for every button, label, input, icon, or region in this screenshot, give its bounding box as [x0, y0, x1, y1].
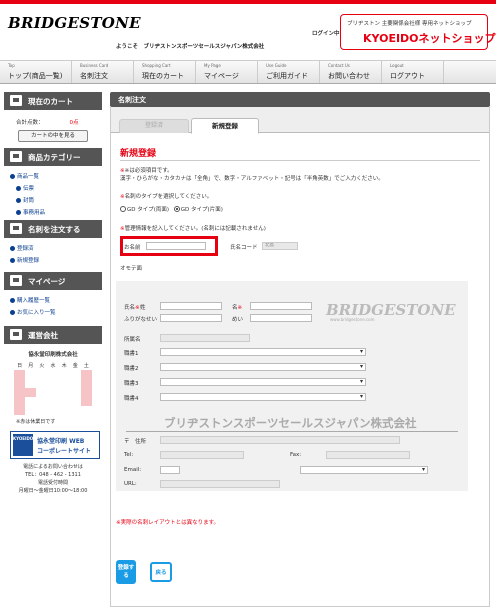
bullet-icon [10, 258, 15, 263]
title-select-4[interactable] [160, 393, 366, 401]
email-domain-select[interactable] [300, 466, 428, 474]
login-status: ログイン中 [312, 31, 340, 37]
watermark-url: www.bridgestone.com [330, 317, 375, 322]
nav-logout[interactable]: Logout ログアウト [382, 61, 444, 83]
mei-input[interactable] [250, 302, 312, 310]
form-title: 新規登録 [120, 149, 157, 159]
shop-subtitle: ブリヂストン 主要関係会社様 専用ネットショップ [347, 21, 472, 27]
name-input[interactable] [146, 242, 206, 250]
tel-field [160, 451, 244, 459]
nav-guide[interactable]: Use Guide ご利用ガイド [258, 61, 320, 83]
welcome-text: ようこそ ブリヂストンスポーツセールスジャパン株式会社 [116, 44, 265, 50]
calendar-note: ※赤は休業日です [16, 419, 56, 425]
building-icon [10, 329, 22, 340]
shop-code-label: 氏名コード [230, 245, 258, 251]
name-row-label: 氏名※ [124, 305, 140, 311]
radio-icon [173, 206, 180, 212]
input-note: 漢字・ひらがな・カタカナは「全角」で、数字・アルファベット・記号は「半角英数」で… [120, 176, 384, 182]
fax-field [326, 451, 410, 459]
corporate-site-banner[interactable]: KYOEIDO 協永堂印刷 WEB コーポレートサイト [10, 431, 100, 459]
cat-all[interactable]: 商品一覧 [10, 172, 96, 180]
cat-office[interactable]: 事務用品 [10, 208, 96, 216]
mypage-header: マイページ [4, 272, 102, 290]
purchase-history[interactable]: 購入履歴一覧 [10, 296, 96, 304]
nav-mypage[interactable]: My Page マイページ [196, 61, 258, 83]
bullet-icon [10, 246, 15, 251]
bullet-icon [10, 298, 15, 303]
sei-kana-input[interactable] [160, 314, 222, 322]
favorites[interactable]: お気に入り一覧 [10, 308, 96, 316]
nav-business-card[interactable]: Business Card 名刺注文 [72, 61, 134, 83]
layout-note: ※実際の名刺レイアウトとは異なります。 [116, 520, 220, 526]
title-select-2[interactable] [160, 363, 366, 371]
bullet-icon [10, 174, 15, 179]
nav-contact[interactable]: Contact Us お問い合わせ [320, 61, 382, 83]
radio-icon [120, 206, 126, 212]
divider [120, 160, 480, 161]
bullet-icon [16, 186, 21, 191]
user-icon [10, 275, 22, 286]
mei-label: 名※ [232, 305, 243, 311]
category-icon [10, 151, 22, 162]
address-field [160, 436, 400, 444]
cat-slips[interactable]: 伝票 [10, 184, 96, 192]
global-nav: Top トップ(商品一覧) Business Card 名刺注文 Shopping … [0, 60, 496, 84]
type-prompt: ※名刺のタイプを選択してください。 [120, 194, 213, 200]
order-header: 名刺を注文する [4, 220, 102, 238]
cart-header: 現在のカート [4, 92, 102, 110]
cat-envelopes[interactable]: 封筒 [10, 196, 96, 204]
submit-button[interactable]: 登録する [116, 560, 136, 584]
site-header: BRIDGESTONE ログイン中 ようこそ ブリヂストンスポーツセールスジャパ… [0, 4, 496, 56]
nav-cart[interactable]: Shopping Cart 現在のカート [134, 61, 196, 83]
front-side-label: オモテ面 [120, 266, 143, 272]
cart-icon [10, 95, 22, 106]
card-divider [126, 431, 458, 432]
company-name: 協永堂印刷株式会社 [28, 352, 78, 358]
bullet-icon [16, 210, 21, 215]
back-button[interactable]: 戻る [150, 562, 172, 582]
kyoeido-logo: KYOEIDO [13, 434, 33, 456]
contact-info: 電話によるお問い合わせは TEL：048 - 462 - 1311 電話受付時間… [18, 464, 88, 494]
dept-field [160, 334, 250, 342]
radio-double[interactable]: GD タイプ(両面) [120, 206, 169, 213]
sidebar: 現在のカート 合計点数： 0点 カートの中を見る 商品カテゴリー 商品一覧 伝票 … [4, 92, 102, 501]
mei-kana-input[interactable] [250, 314, 312, 322]
card-icon [10, 223, 22, 234]
bridgestone-logo[interactable]: BRIDGESTONE [8, 14, 141, 32]
tab-bar: 登録済 新規登録 [111, 107, 489, 134]
order-registered[interactable]: 登録済 [10, 244, 96, 252]
title-select-1[interactable] [160, 348, 366, 356]
sei-input[interactable] [160, 302, 222, 310]
tab-registered[interactable]: 登録済 [119, 119, 189, 133]
title-select-3[interactable] [160, 378, 366, 386]
required-note: ※※は必須項目です。 [120, 168, 173, 174]
url-field [160, 480, 280, 488]
category-header: 商品カテゴリー [4, 148, 102, 166]
view-cart-button[interactable]: カートの中を見る [18, 130, 88, 142]
name-label: お名前 [124, 245, 141, 251]
page-title: 名刺注文 [110, 92, 490, 107]
nav-top[interactable]: Top トップ(商品一覧) [0, 61, 72, 83]
kyoeido-shop-badge[interactable]: ブリヂストン 主要関係会社様 専用ネットショップ KYOEIDOネットショップ [340, 14, 496, 50]
order-new[interactable]: 新規登録 [10, 256, 96, 264]
type-options: GD タイプ(両面) GD タイプ(片面) [120, 205, 223, 213]
email-local-input[interactable] [160, 466, 180, 474]
business-calendar: 日月火水木金土 [14, 361, 92, 415]
bullet-icon [16, 198, 21, 203]
card-preview: BRIDGESTONE www.bridgestone.com 氏名※ 姓 名※… [116, 281, 468, 491]
bullet-icon [10, 310, 15, 315]
manager-prompt: ※管理情報を記入してください。(名刺には記載されません) [120, 226, 266, 232]
shop-code-field: 北島 [262, 242, 298, 250]
cart-total: 合計点数： 0点 [16, 120, 79, 126]
radio-single[interactable]: GD タイプ(片面) [173, 206, 223, 213]
company-header: 運営会社 [4, 326, 102, 344]
shop-title: KYOEIDOネットショップ [363, 32, 496, 45]
company-watermark: ブリヂストンスポーツセールスジャパン株式会社 [164, 416, 417, 430]
tab-new[interactable]: 新規登録 [191, 118, 259, 134]
